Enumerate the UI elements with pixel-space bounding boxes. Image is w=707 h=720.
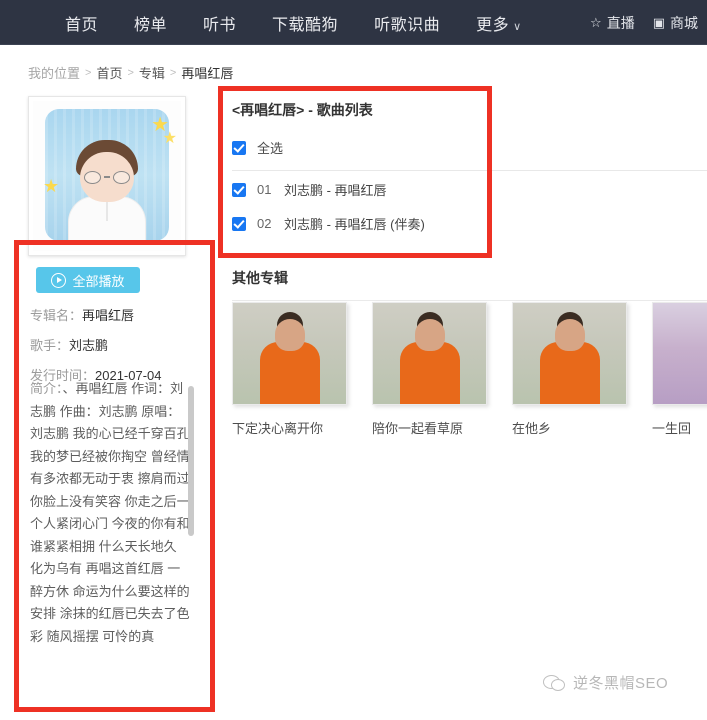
other-albums-section: 其他专辑 下定决心离开你 陪你一起看草原 在他乡 一生回 [232, 268, 707, 436]
other-albums-title: 其他专辑 [232, 270, 288, 286]
other-album-name[interactable]: 一生回 [652, 418, 707, 437]
nav-item-download[interactable]: 下载酷狗 [254, 11, 356, 35]
star-icon: ☆ [590, 15, 602, 30]
album-cover-art: ★ ★ ★ [33, 101, 181, 251]
scrollbar-thumb[interactable] [188, 386, 194, 536]
nav-item-label: 更多 [476, 16, 510, 34]
other-album-card[interactable]: 陪你一起看草原 [372, 302, 487, 437]
album-meta-row-name: 专辑名：再唱红唇 [30, 305, 210, 324]
song-number: 01 [257, 182, 272, 197]
select-all-row[interactable]: 全选 [232, 138, 482, 157]
other-albums-divider [232, 300, 707, 301]
song-list-title: <再唱红唇> - 歌曲列表 [232, 102, 373, 118]
other-album-thumbnail[interactable] [652, 302, 707, 405]
lens-bridge [104, 176, 110, 178]
breadcrumb-separator: > [127, 66, 134, 79]
glasses-icon [84, 170, 130, 184]
top-navigation-bar: 首页 榜单 听书 下载酷狗 听歌识曲 更多 ∨ ☆ 直播 ▣ 商城 [0, 0, 707, 45]
other-album-card[interactable]: 一生回 [652, 302, 707, 437]
nav-item-label: 商城 [670, 14, 698, 31]
chevron-down-icon: ∨ [513, 20, 522, 33]
nav-item-label: 首页 [65, 16, 99, 34]
breadcrumb-separator: > [85, 66, 92, 79]
song-rows: 01 刘志鹏 - 再唱红唇 02 刘志鹏 - 再唱红唇 (伴奏) [232, 180, 482, 233]
play-icon [51, 272, 67, 288]
other-album-card[interactable]: 在他乡 [512, 302, 627, 437]
lens-left [84, 170, 101, 184]
breadcrumb-item-home[interactable]: 首页 [96, 63, 122, 82]
other-album-thumbnail[interactable] [232, 302, 347, 405]
nav-item-label: 下载酷狗 [272, 16, 339, 34]
nav-item-label: 直播 [606, 14, 635, 31]
nav-item-label: 听歌识曲 [374, 16, 441, 34]
other-album-card[interactable]: 下定决心离开你 [232, 302, 347, 437]
breadcrumb-current: 再唱红唇 [181, 66, 234, 81]
breadcrumb-separator: > [169, 66, 177, 79]
play-all-label: 全部播放 [72, 273, 125, 289]
other-album-name[interactable]: 下定决心离开你 [232, 418, 347, 437]
album-description-text: 简介：、再唱红唇 作词：刘志鹏 作曲：刘志鹏 原唱：刘志鹏 我的心已经千穿百孔 … [30, 378, 192, 648]
song-list-divider [232, 170, 707, 171]
meta-value: 再唱红唇 [82, 308, 135, 323]
breadcrumb: 我的位置 > 首页 > 专辑 > 再唱红唇 [28, 63, 233, 82]
song-checkbox[interactable] [232, 216, 246, 231]
watermark-text: 逆冬黑帽SEO [573, 675, 669, 692]
nav-item-shop[interactable]: ▣ 商城 [644, 13, 707, 33]
song-list-panel: <再唱红唇> - 歌曲列表 全选 01 刘志鹏 - 再唱红唇 02 刘志鹏 - … [232, 100, 707, 248]
song-number: 02 [257, 216, 272, 231]
album-description: 简介：、再唱红唇 作词：刘志鹏 作曲：刘志鹏 原唱：刘志鹏 我的心已经千穿百孔 … [30, 378, 210, 694]
other-album-thumbnail[interactable] [512, 302, 627, 405]
nav-secondary-menu: ☆ 直播 ▣ 商城 [581, 0, 707, 45]
song-row[interactable]: 01 刘志鹏 - 再唱红唇 [232, 180, 482, 199]
meta-key: 歌手： [30, 338, 70, 353]
wechat-icon [543, 674, 565, 692]
album-cover[interactable]: ★ ★ ★ [28, 96, 186, 256]
star-icon: ★ [43, 176, 60, 196]
nav-item-audiobook[interactable]: 听书 [185, 11, 254, 35]
nav-item-chart[interactable]: 榜单 [116, 11, 185, 35]
nav-divider [0, 44, 707, 45]
other-album-name[interactable]: 陪你一起看草原 [372, 418, 487, 437]
nav-main-menu: 首页 榜单 听书 下载酷狗 听歌识曲 更多 ∨ [47, 11, 540, 35]
album-meta-row-artist: 歌手：刘志鹏 [30, 335, 210, 354]
select-all-checkbox[interactable] [232, 140, 246, 155]
other-albums-grid: 下定决心离开你 陪你一起看草原 在他乡 一生回 [232, 302, 707, 437]
description-body: 、再唱红唇 作词：刘志鹏 作曲：刘志鹏 原唱：刘志鹏 我的心已经千穿百孔 我的梦… [30, 381, 190, 644]
nav-item-live[interactable]: ☆ 直播 [581, 13, 644, 33]
nav-item-label: 听书 [203, 16, 237, 34]
shop-icon: ▣ [652, 15, 665, 30]
song-checkbox[interactable] [232, 182, 246, 197]
nav-item-label: 榜单 [134, 16, 168, 34]
nav-item-more[interactable]: 更多 ∨ [458, 11, 540, 35]
play-all-button[interactable]: 全部播放 [36, 267, 140, 293]
page-root: 首页 榜单 听书 下载酷狗 听歌识曲 更多 ∨ ☆ 直播 ▣ 商城 我的位置 > … [0, 0, 707, 720]
song-row[interactable]: 02 刘志鹏 - 再唱红唇 (伴奏) [232, 214, 482, 233]
other-album-thumbnail[interactable] [372, 302, 487, 405]
song-name[interactable]: 刘志鹏 - 再唱红唇 (伴奏) [284, 214, 425, 233]
breadcrumb-item-album[interactable]: 专辑 [139, 63, 165, 82]
meta-key: 专辑名： [30, 308, 83, 323]
meta-value: 刘志鹏 [69, 338, 109, 353]
nav-item-home[interactable]: 首页 [47, 11, 116, 35]
description-key: 简介： [30, 381, 63, 396]
select-all-label: 全选 [257, 141, 284, 156]
breadcrumb-label: 我的位置 [28, 66, 81, 81]
lens-right [113, 170, 130, 184]
description-scrollbar[interactable] [188, 378, 194, 694]
nav-item-song-recognition[interactable]: 听歌识曲 [356, 11, 458, 35]
other-album-name[interactable]: 在他乡 [512, 418, 627, 437]
watermark: 逆冬黑帽SEO [543, 672, 668, 693]
song-name[interactable]: 刘志鹏 - 再唱红唇 [284, 180, 387, 199]
star-icon: ★ [162, 130, 177, 147]
